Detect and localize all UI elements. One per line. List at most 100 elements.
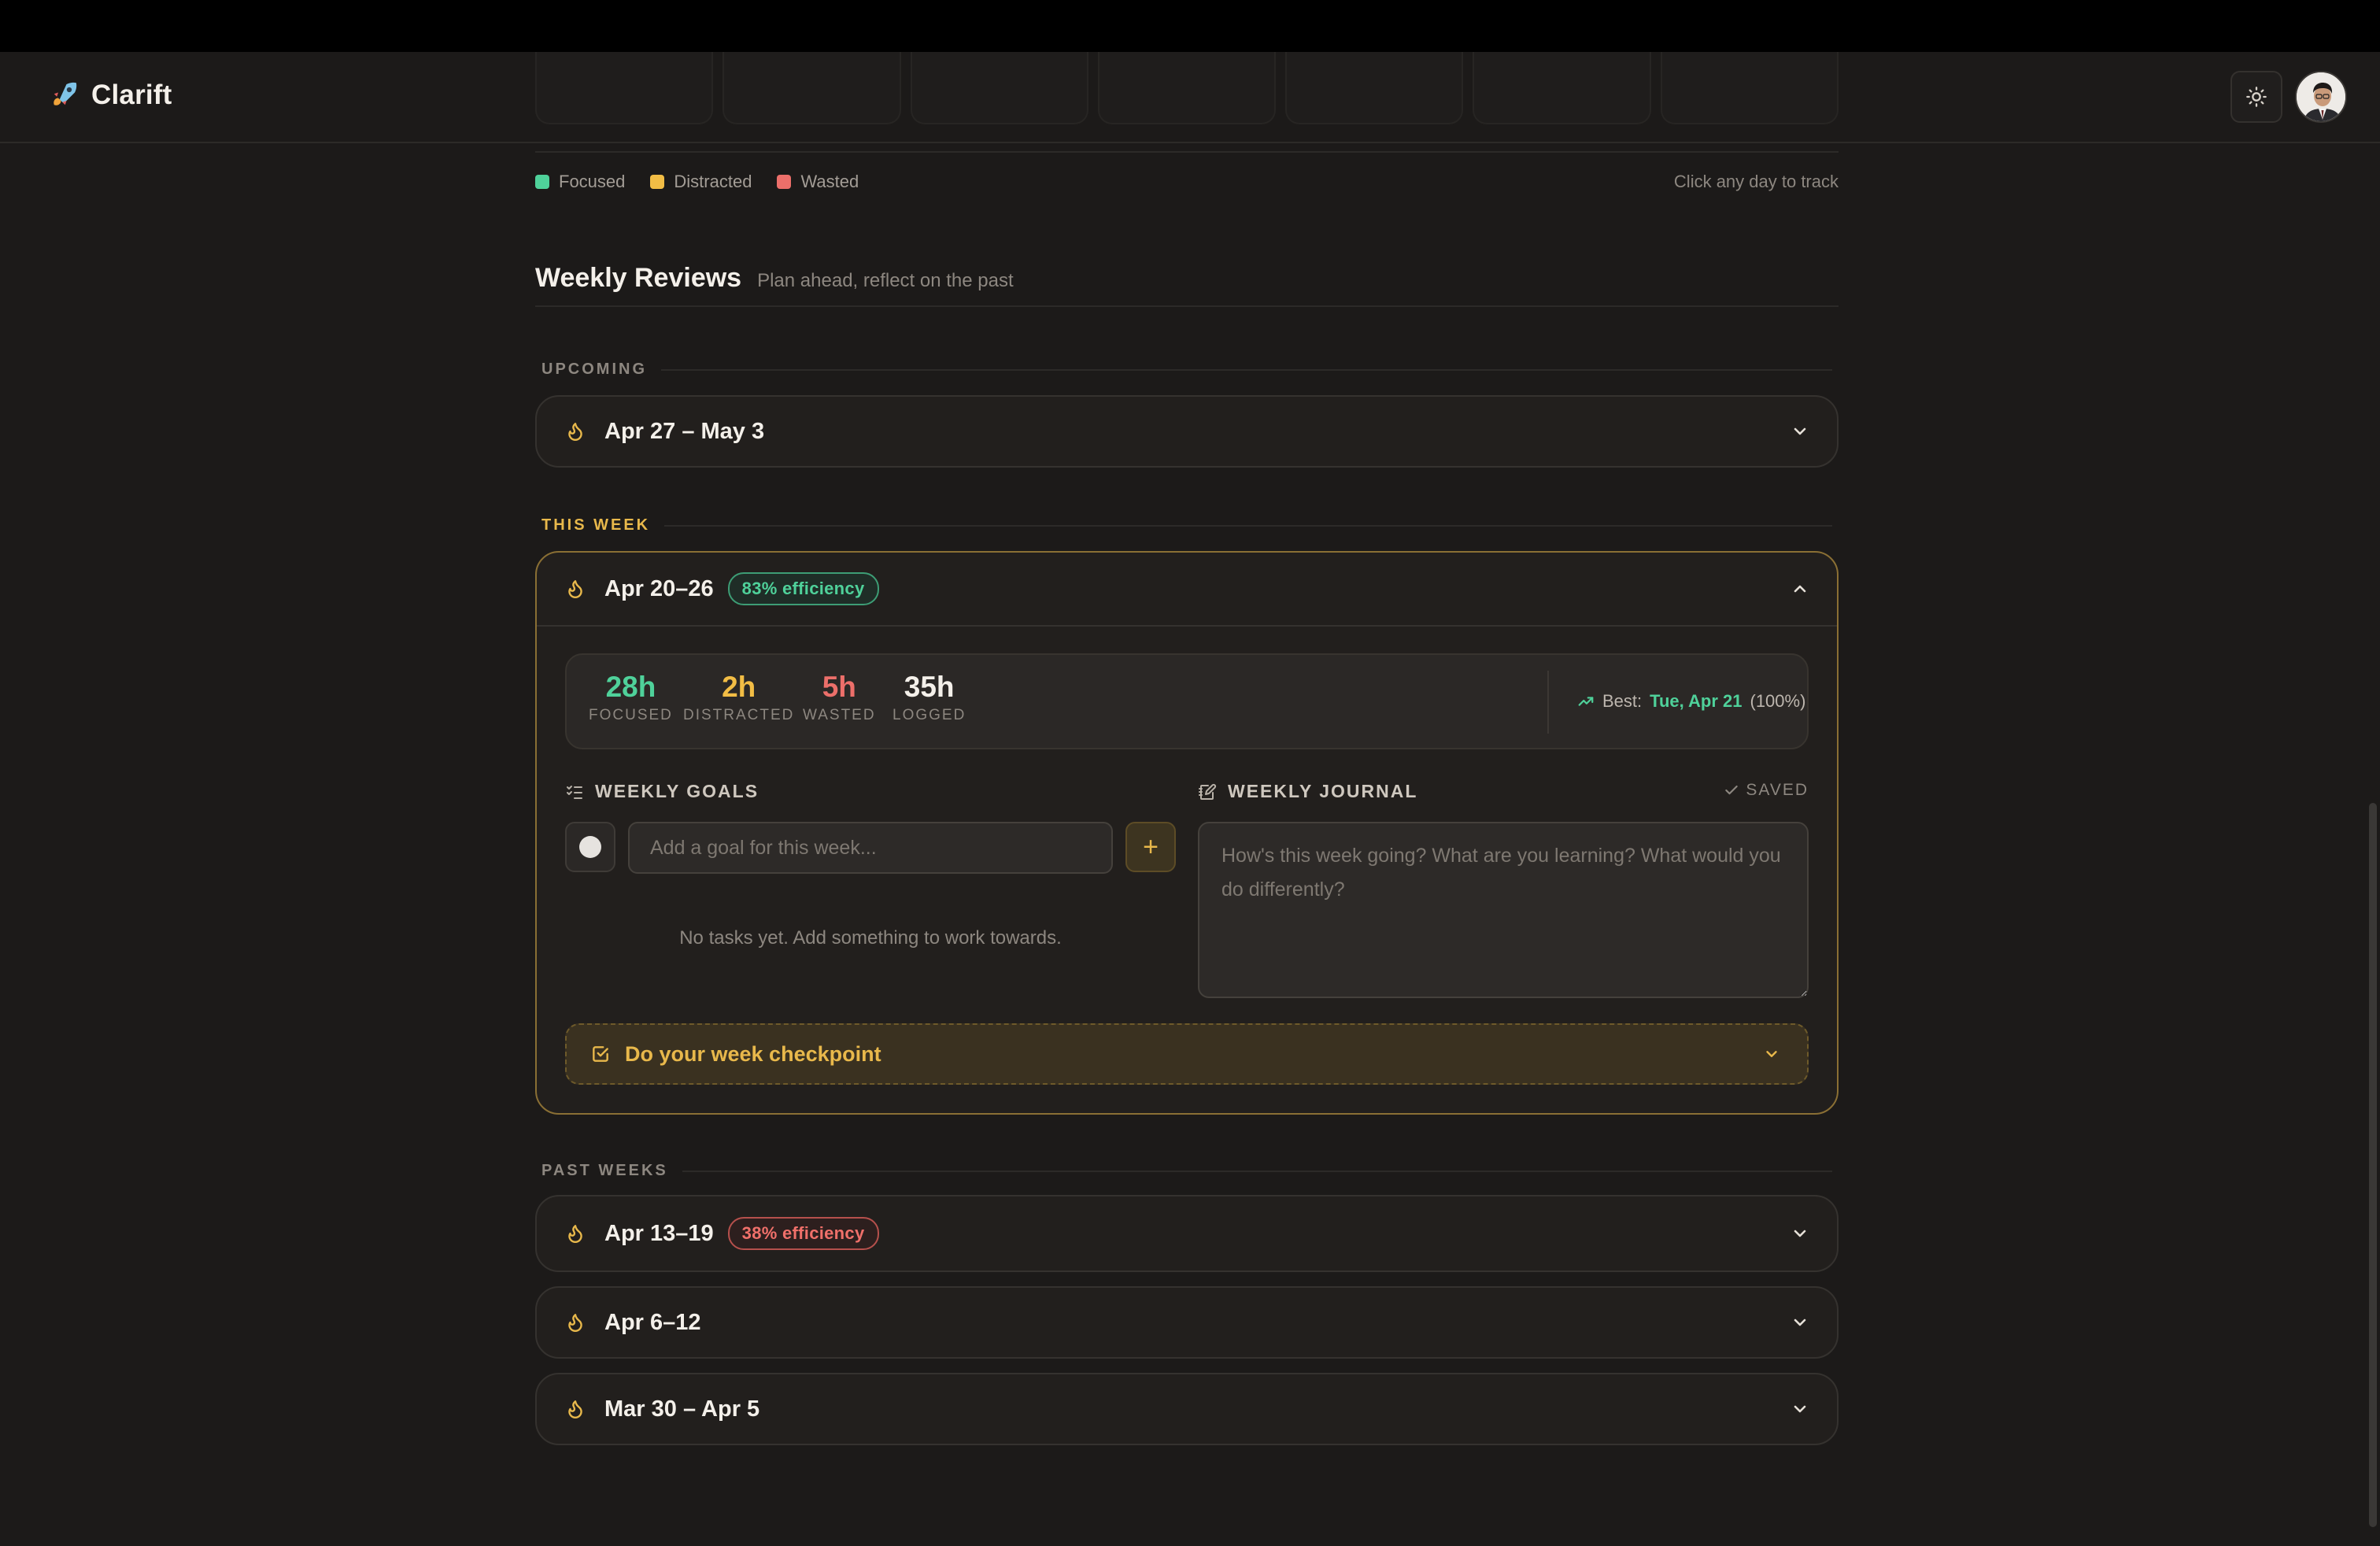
chevron-down-icon[interactable]	[1788, 1397, 1812, 1421]
chevron-up-icon[interactable]	[1788, 577, 1812, 601]
flame-icon	[568, 423, 582, 441]
divider	[535, 151, 1839, 153]
calendar-hint: Click any day to track	[1673, 172, 1839, 191]
rocket-icon	[54, 82, 77, 105]
divider	[664, 524, 1832, 527]
weekly-journal-label: WEEKLY JOURNAL	[1228, 781, 1418, 801]
chevron-down-icon[interactable]	[1760, 1042, 1783, 1066]
divider	[682, 1170, 1832, 1172]
wasted-swatch	[777, 175, 792, 189]
avatar[interactable]	[2295, 71, 2347, 123]
legend-label: Wasted	[800, 172, 859, 191]
calendar-day-cell[interactable]	[722, 52, 901, 124]
stat-label: LOGGED	[893, 707, 966, 723]
stat-value: 2h	[722, 671, 756, 703]
divider	[1547, 671, 1549, 734]
week-header[interactable]: Apr 27 – May 3	[537, 397, 1837, 466]
stat-focused: 28h FOCUSED	[589, 671, 673, 724]
app-name: Clarift	[91, 80, 172, 110]
stat-label: FOCUSED	[589, 707, 673, 723]
efficiency-badge: 83% efficiency	[727, 572, 879, 605]
week-range: Apr 6–12	[604, 1309, 701, 1335]
goal-input[interactable]	[628, 822, 1113, 874]
weekly-goals-heading: WEEKLY GOALS	[565, 781, 759, 802]
journal-textarea[interactable]	[1198, 822, 1809, 998]
week-card-current: Apr 20–26 83% efficiency 28h FOCUSED 2h …	[535, 551, 1839, 1115]
week-card-upcoming[interactable]: Apr 27 – May 3	[535, 395, 1839, 468]
weekly-goals-label: WEEKLY GOALS	[595, 781, 759, 801]
legend: Focused Distracted Wasted	[535, 172, 859, 192]
brand[interactable]: Clarift	[47, 79, 172, 112]
calendar-day-cell[interactable]	[1473, 52, 1651, 124]
goal-checkbox[interactable]	[565, 822, 615, 872]
calendar-day-cell[interactable]	[910, 52, 1088, 124]
best-day-value: Tue, Apr 21	[1650, 691, 1743, 711]
page-scrollbar[interactable]	[2369, 803, 2377, 1527]
checkpoint-label: Do your week checkpoint	[625, 1041, 881, 1066]
empty-goals-text: No tasks yet. Add something to work towa…	[679, 927, 1062, 949]
legend-label: Focused	[559, 172, 626, 191]
top-bar	[0, 0, 2380, 52]
flame-icon	[568, 1225, 582, 1243]
best-day: Best: Tue, Apr 21 (100%)	[1577, 691, 1805, 712]
group-label-upcoming: UPCOMING	[541, 361, 1832, 379]
stat-label: WASTED	[803, 707, 876, 723]
week-card-past[interactable]: Mar 30 – Apr 5	[535, 1373, 1839, 1445]
chevron-down-icon[interactable]	[1788, 1311, 1812, 1334]
stat-label: DISTRACTED	[683, 707, 795, 723]
stat-value: 5h	[822, 671, 856, 703]
calendar-day-cell[interactable]	[1660, 52, 1839, 124]
calendar-peek	[535, 52, 1839, 124]
week-range: Apr 27 – May 3	[604, 418, 765, 444]
check-icon	[1725, 785, 1739, 795]
calendar-day-cell[interactable]	[535, 52, 714, 124]
best-pct: (100%)	[1750, 691, 1806, 711]
week-header[interactable]: Apr 13–19 38% efficiency	[537, 1196, 1837, 1270]
legend-item-distracted: Distracted	[650, 172, 752, 192]
saved-label: SAVED	[1746, 781, 1809, 799]
notebook-pen-icon	[1199, 783, 1217, 800]
group-label-text: PAST WEEKS	[541, 1162, 668, 1179]
best-prefix: Best:	[1602, 691, 1643, 711]
flame-icon	[568, 1400, 582, 1418]
calendar-day-cell[interactable]	[1285, 52, 1464, 124]
week-range: Apr 13–19	[604, 1220, 714, 1246]
section-subtitle: Plan ahead, reflect on the past	[757, 270, 1014, 291]
flame-icon	[568, 580, 582, 598]
stat-wasted: 5h WASTED	[803, 671, 876, 724]
chevron-down-icon[interactable]	[1788, 1222, 1812, 1245]
list-checks-icon	[567, 785, 582, 799]
group-label-text: THIS WEEK	[541, 516, 651, 534]
stat-logged: 35h LOGGED	[893, 671, 966, 724]
sun-icon	[2246, 87, 2267, 107]
section-header: Weekly Reviews Plan ahead, reflect on th…	[535, 263, 1014, 294]
legend-item-focused: Focused	[535, 172, 625, 192]
group-label-text: UPCOMING	[541, 361, 647, 378]
theme-toggle-button[interactable]	[2230, 71, 2282, 123]
week-card-past[interactable]: Apr 13–19 38% efficiency	[535, 1195, 1839, 1272]
stat-value: 28h	[605, 671, 656, 703]
stat-distracted: 2h DISTRACTED	[683, 671, 794, 724]
chevron-down-icon[interactable]	[1788, 420, 1812, 443]
week-checkpoint-button[interactable]: Do your week checkpoint	[565, 1023, 1809, 1085]
flame-icon	[568, 1314, 582, 1332]
trending-up-icon	[1578, 697, 1594, 706]
week-range: Apr 20–26	[604, 575, 714, 601]
week-card-past[interactable]: Apr 6–12	[535, 1286, 1839, 1359]
circle-icon	[579, 836, 601, 858]
calendar-day-cell[interactable]	[1097, 52, 1277, 124]
week-header[interactable]: Apr 6–12	[537, 1288, 1837, 1357]
distracted-swatch	[650, 175, 665, 189]
legend-item-wasted: Wasted	[777, 172, 859, 192]
saved-indicator: SAVED	[1724, 781, 1809, 800]
square-check-icon	[593, 1046, 608, 1062]
weekly-journal-heading: WEEKLY JOURNAL	[1198, 781, 1417, 802]
divider	[535, 305, 1839, 307]
group-label-past-weeks: PAST WEEKS	[541, 1162, 1832, 1180]
group-label-this-week: THIS WEEK	[541, 516, 1832, 534]
week-stats: 28h FOCUSED 2h DISTRACTED 5h WASTED 35h …	[565, 653, 1809, 749]
add-goal-button[interactable]: +	[1125, 822, 1176, 872]
week-range: Mar 30 – Apr 5	[604, 1396, 760, 1422]
week-header[interactable]: Apr 20–26 83% efficiency	[537, 553, 1837, 627]
week-header[interactable]: Mar 30 – Apr 5	[537, 1374, 1837, 1444]
